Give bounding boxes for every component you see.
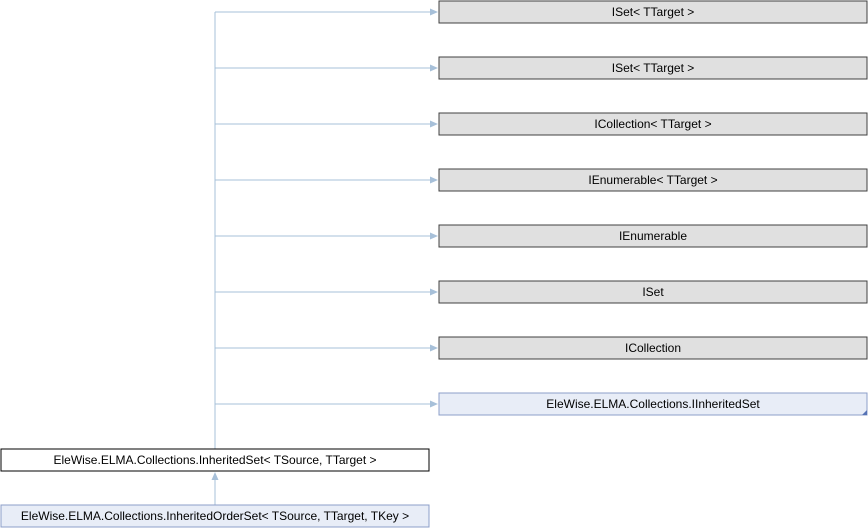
interface-node-6: ICollection bbox=[438, 336, 868, 360]
interface-node-5-label: ISet bbox=[642, 285, 664, 299]
interface-node-7-label: EleWise.ELMA.Collections.IInheritedSet bbox=[546, 397, 760, 411]
edge-arrowhead-0 bbox=[430, 8, 438, 16]
diagram-nodes: ISet< TTarget > ISet< TTarget > ICollectio… bbox=[0, 0, 868, 528]
interface-node-2-label: ICollection< TTarget > bbox=[594, 117, 711, 131]
derived-class-node-label: EleWise.ELMA.Collections.InheritedOrderS… bbox=[21, 509, 409, 523]
edge-arrowhead-7 bbox=[430, 400, 438, 408]
edge-arrowhead-5 bbox=[430, 288, 438, 296]
interface-node-3: IEnumerable< TTarget > bbox=[438, 168, 868, 192]
interface-node-0-label: ISet< TTarget > bbox=[612, 5, 695, 19]
edge-arrowhead-6 bbox=[430, 344, 438, 352]
edge-arrowhead-1 bbox=[430, 64, 438, 72]
interface-node-7[interactable]: EleWise.ELMA.Collections.IInheritedSet bbox=[438, 392, 868, 416]
interface-node-5: ISet bbox=[438, 280, 868, 304]
interface-node-0: ISet< TTarget > bbox=[438, 0, 868, 24]
derived-class-node[interactable]: EleWise.ELMA.Collections.InheritedOrderS… bbox=[0, 504, 430, 528]
inheritance-diagram: ISet< TTarget > ISet< TTarget > ICollectio… bbox=[0, 0, 868, 528]
interface-node-2: ICollection< TTarget > bbox=[438, 112, 868, 136]
current-class-node: EleWise.ELMA.Collections.InheritedSet< T… bbox=[0, 448, 430, 472]
edge-derived-arrowhead bbox=[211, 472, 219, 480]
interface-node-1: ISet< TTarget > bbox=[438, 56, 868, 80]
interface-node-3-label: IEnumerable< TTarget > bbox=[588, 173, 717, 187]
interface-node-6-label: ICollection bbox=[625, 341, 681, 355]
interface-node-4: IEnumerable bbox=[438, 224, 868, 248]
current-class-node-label: EleWise.ELMA.Collections.InheritedSet< T… bbox=[53, 453, 376, 467]
interface-node-4-label: IEnumerable bbox=[619, 229, 687, 243]
interface-node-1-label: ISet< TTarget > bbox=[612, 61, 695, 75]
edge-arrowhead-4 bbox=[430, 232, 438, 240]
edge-arrowhead-2 bbox=[430, 120, 438, 128]
edge-arrowhead-3 bbox=[430, 176, 438, 184]
inheritance-edges bbox=[211, 8, 438, 505]
